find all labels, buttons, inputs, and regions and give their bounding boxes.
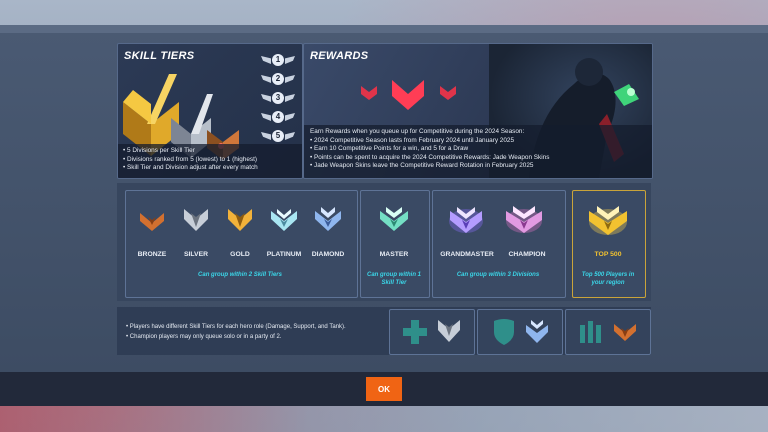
top500-rank-icon xyxy=(585,205,631,239)
skill-note: • Divisions ranked from 5 (lowest) to 1 … xyxy=(123,155,258,163)
platinum-rank-icon xyxy=(261,205,307,235)
support-role-box xyxy=(389,309,475,355)
modal-top-bar xyxy=(0,25,768,33)
diamond-rank-small-icon xyxy=(526,320,548,343)
skill-tiers-title: SKILL TIERS xyxy=(124,50,195,62)
division-5-icon: 5 xyxy=(261,128,295,144)
background-strip xyxy=(0,406,768,432)
gold-rank-icon xyxy=(217,205,263,235)
master-label: MASTER xyxy=(379,251,409,258)
rewards-title: REWARDS xyxy=(310,50,369,62)
diamond-label: DIAMOND xyxy=(311,251,345,258)
support-icon xyxy=(403,320,427,344)
reward-note: • Points can be spent to acquire the 202… xyxy=(310,153,550,161)
group-note-high: Can group within 3 Divisions xyxy=(456,272,540,278)
reward-chevrons-icon xyxy=(361,80,456,110)
info-note: • Players have different Skill Tiers for… xyxy=(126,324,346,330)
reward-note: • 2024 Competitive Season lasts from Feb… xyxy=(310,136,515,144)
reward-note: Earn Rewards when you queue up for Compe… xyxy=(310,128,525,135)
skill-tiers-panel: SKILL TIERS 1 2 3 4 5 • 5 Divisions per … xyxy=(117,43,303,179)
grandmaster-label: GRANDMASTER xyxy=(440,251,494,258)
skill-note: • 5 Divisions per Skill Tier xyxy=(123,147,195,154)
master-rank-icon xyxy=(371,205,417,235)
division-2-icon: 2 xyxy=(261,71,295,87)
rewards-notes: Earn Rewards when you queue up for Compe… xyxy=(304,125,652,178)
tank-icon xyxy=(494,319,514,345)
champion-rank-icon xyxy=(501,205,547,237)
ok-button[interactable]: OK xyxy=(366,377,402,401)
damage-role-box xyxy=(565,309,651,355)
champion-label: CHAMPION xyxy=(508,251,546,258)
grandmaster-rank-icon xyxy=(443,205,489,237)
rewards-panel: REWARDS Earn Rewards when you queue up f… xyxy=(303,43,653,179)
reward-note: • Earn 10 Competitive Points for a win, … xyxy=(310,145,469,153)
info-notes: • Players have different Skill Tiers for… xyxy=(126,322,346,342)
silver-rank-icon xyxy=(173,205,219,235)
bronze-rank-icon xyxy=(129,205,175,235)
group-note-master: Can group within 1 Skill Tier xyxy=(367,272,421,286)
skill-tiers-notes: • 5 Divisions per Skill Tier • Divisions… xyxy=(118,144,302,178)
division-1-icon: 1 xyxy=(261,52,295,68)
group-note-low: Can group within 2 Skill Tiers xyxy=(198,272,282,278)
damage-icon xyxy=(580,321,601,343)
silver-rank-small-icon xyxy=(438,320,460,342)
division-4-icon: 4 xyxy=(261,109,295,125)
tank-role-box xyxy=(477,309,563,355)
reward-note: • Jade Weapon Skins leave the Competitiv… xyxy=(310,162,534,170)
group-note-top500: Top 500 Players in your region xyxy=(581,272,635,286)
info-note: • Champion players may only queue solo o… xyxy=(126,334,282,340)
division-badges: 1 2 3 4 5 xyxy=(255,52,299,150)
division-3-icon: 3 xyxy=(261,90,295,106)
skill-note: • Skill Tier and Division adjust after e… xyxy=(123,164,258,172)
top500-label: TOP 500 xyxy=(594,251,622,258)
diamond-rank-icon xyxy=(305,205,351,235)
bronze-rank-small-icon xyxy=(614,324,636,341)
